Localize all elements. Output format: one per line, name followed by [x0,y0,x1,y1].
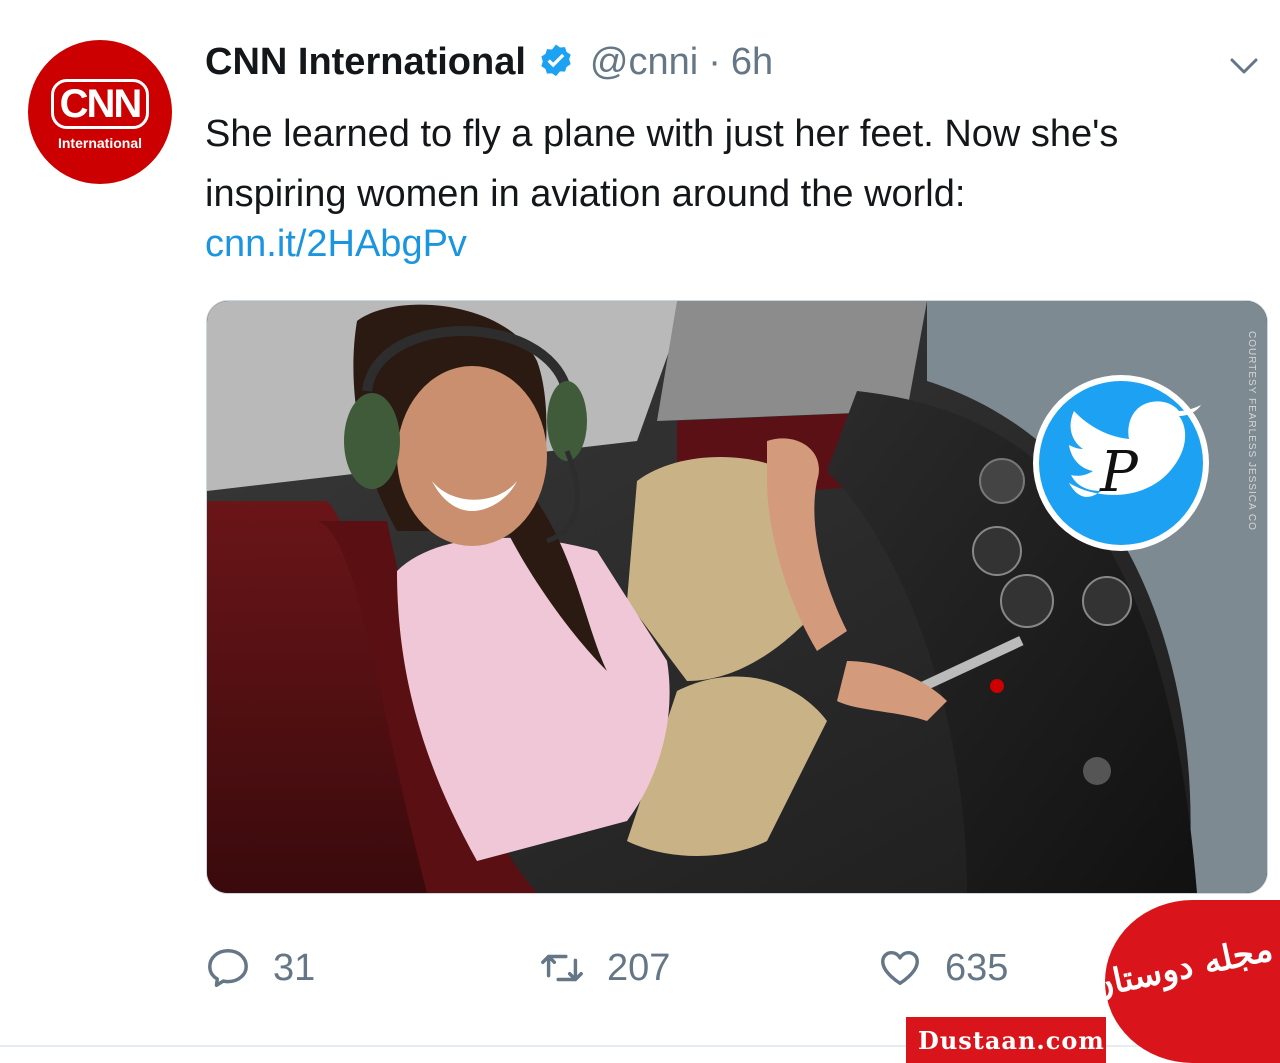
verified-badge-icon [541,44,571,77]
tweet-link[interactable]: cnn.it/2HAbgPv [205,220,467,268]
tweet-header: CNN International @cnni · 6h [205,36,773,88]
retweet-icon [541,954,583,982]
reply-count: 31 [273,946,316,989]
watermark-site: Dustaan.com [918,1026,1105,1055]
author-handle[interactable]: @cnni [590,41,698,84]
reply-icon [208,949,248,987]
chevron-down-icon[interactable] [1224,46,1264,86]
dustaan-watermark: مجله دوستان Dustaan.com [906,900,1280,1063]
cnn-logo: CNN [50,79,150,129]
separator-dot: · [708,40,721,83]
photo-credit: COURTESY FEARLESS JESSICA CO [1246,331,1257,531]
retweet-action[interactable]: 207 [539,940,670,996]
avatar-subtitle: International [57,135,142,151]
reply-action[interactable]: 31 [205,940,315,996]
twitter-bird-icon: P [1033,375,1209,551]
retweet-count: 207 [607,946,671,989]
cnn-avatar[interactable]: CNN International [28,40,172,184]
tweet-time[interactable]: 6h [731,41,773,84]
tweet-text: She learned to fly a plane with just her… [205,113,1119,215]
svg-text:P: P [1099,440,1139,505]
author-name[interactable]: CNN International [205,41,526,84]
tweet-media-photo[interactable]: COURTESY FEARLESS JESSICA CO P [206,300,1268,894]
